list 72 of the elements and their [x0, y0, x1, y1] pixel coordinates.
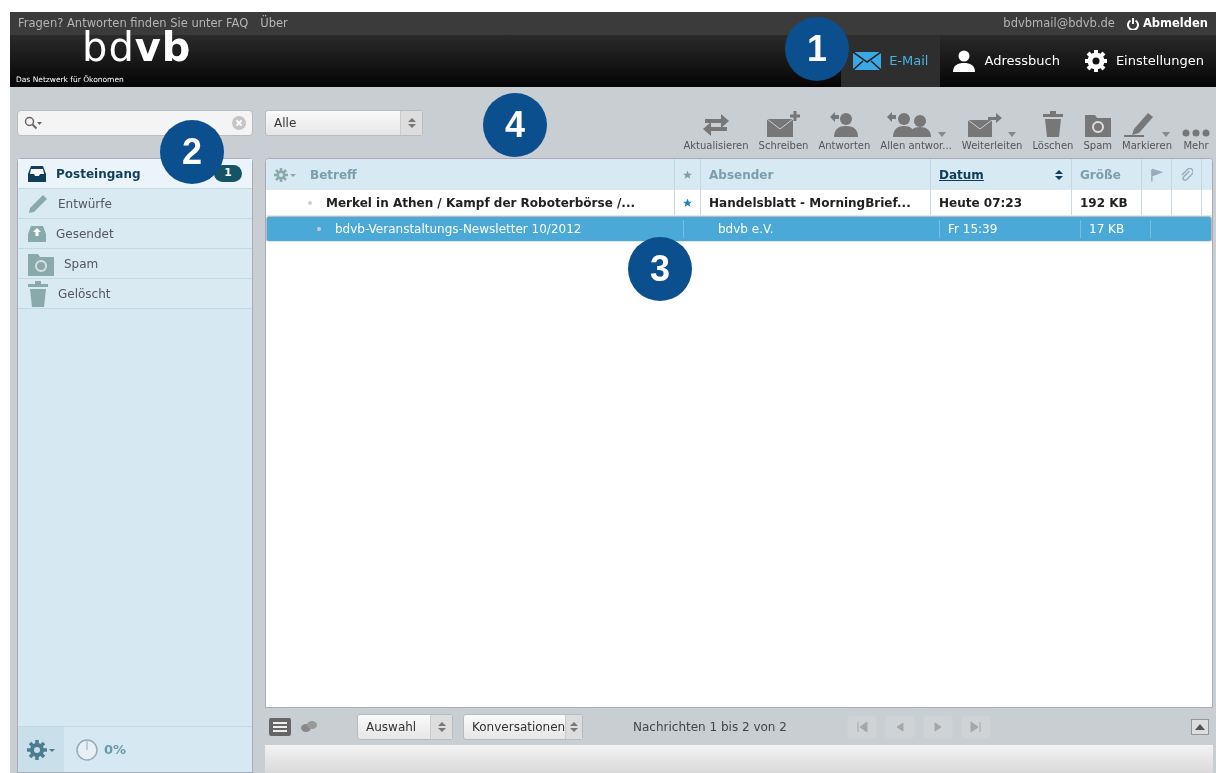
subject-text: Merkel in Athen / Kampf der Roboterbörse /...	[326, 194, 635, 212]
toolbar-button[interactable]: Markieren	[1119, 106, 1175, 153]
subject-text: bdvb-Veranstaltungs-Newsletter 10/2012	[335, 221, 582, 238]
power-icon	[1126, 17, 1139, 30]
date-text: Fr 15:39	[948, 221, 998, 238]
page-count-text: Nachrichten 1 bis 2 von 2	[633, 718, 787, 736]
unread-dot	[308, 200, 312, 205]
dropdown-select[interactable]: Auswahl	[357, 713, 453, 740]
toolbar-button[interactable]: Mehr	[1179, 106, 1213, 153]
unread-dot	[317, 227, 321, 231]
settings-icon[interactable]	[274, 167, 296, 182]
quota-pie-icon	[76, 738, 98, 761]
skip-start-icon	[855, 720, 868, 733]
updown-arrow-icon	[407, 117, 416, 128]
clear-icon[interactable]	[232, 116, 246, 130]
sort-icon	[1055, 169, 1063, 180]
logout-button[interactable]: Abmelden	[1126, 14, 1208, 33]
nav-tab[interactable]: E-Mail	[841, 35, 941, 87]
right-arrow-icon	[931, 720, 944, 733]
updown-arrow-icon	[570, 721, 579, 732]
list-icon	[269, 717, 291, 736]
toolbar-button[interactable]: Löschen	[1029, 106, 1077, 153]
expand-icon	[1191, 718, 1209, 735]
paperclip-icon	[1180, 167, 1193, 182]
user-email: bdvbmail@bdvb.de	[1003, 14, 1115, 32]
search-icon	[24, 116, 42, 130]
sent-tray-icon	[28, 225, 46, 242]
quota-reading: 0%	[104, 740, 127, 759]
trash-icon	[1042, 110, 1063, 137]
unread-count: 1	[214, 165, 242, 182]
trash-icon	[28, 280, 48, 307]
skip-end-icon	[969, 720, 982, 733]
size-text: 17 KB	[1089, 221, 1125, 238]
flag-icon	[1150, 167, 1163, 182]
nav-tab[interactable]: Adressbuch	[940, 35, 1072, 87]
list-view-button[interactable]	[269, 717, 291, 736]
person-icon	[952, 50, 977, 72]
folder-icon	[1084, 112, 1111, 137]
size-text: 192 KB	[1080, 194, 1128, 212]
person-arrow-icon	[828, 110, 861, 137]
logo: bdvb	[82, 27, 192, 67]
settings-menu-button[interactable]	[18, 727, 64, 772]
sender-text: bdvb e.V.	[718, 221, 774, 238]
toolbar-button[interactable]: Allen antwor...	[877, 106, 955, 153]
pencil-icon	[28, 193, 48, 214]
callout-marker: 4	[483, 93, 547, 157]
toolbar-button[interactable]: Weiterleiten	[958, 106, 1026, 153]
compose-icon	[766, 110, 801, 137]
search-field[interactable]	[17, 110, 253, 136]
gear-icon	[1083, 49, 1108, 73]
toolbar-button[interactable]: Spam	[1080, 106, 1115, 153]
date-text: Heute 07:23	[939, 194, 1022, 212]
refresh-icon	[701, 112, 731, 137]
toolbar-button[interactable]: Antworten	[815, 106, 874, 153]
toolbar-button[interactable]: Schreiben	[755, 106, 812, 153]
speech-bubbles-icon	[301, 720, 317, 733]
updown-arrow-icon	[437, 721, 446, 732]
gear-icon	[26, 738, 56, 761]
thread-view-button[interactable]	[301, 720, 317, 733]
folder-item[interactable]: Gelöscht	[18, 279, 252, 309]
more-icon	[1182, 128, 1210, 137]
envelope-icon	[853, 52, 882, 70]
preview-toggle-button[interactable]	[1191, 718, 1209, 735]
toolbar-button[interactable]: Aktualisieren	[680, 106, 752, 153]
column-header[interactable]: Datum	[931, 159, 1072, 190]
sender-text: Handelsblatt - MorningBrief...	[709, 194, 911, 212]
nav-tab[interactable]: Einstellungen	[1071, 35, 1216, 87]
dropdown-select[interactable]: Konversationen	[463, 713, 583, 740]
top-link[interactable]: Über	[260, 14, 288, 33]
inbox-icon	[28, 165, 46, 182]
folder-icon	[28, 251, 54, 276]
filter-select[interactable]: Alle	[265, 109, 423, 136]
